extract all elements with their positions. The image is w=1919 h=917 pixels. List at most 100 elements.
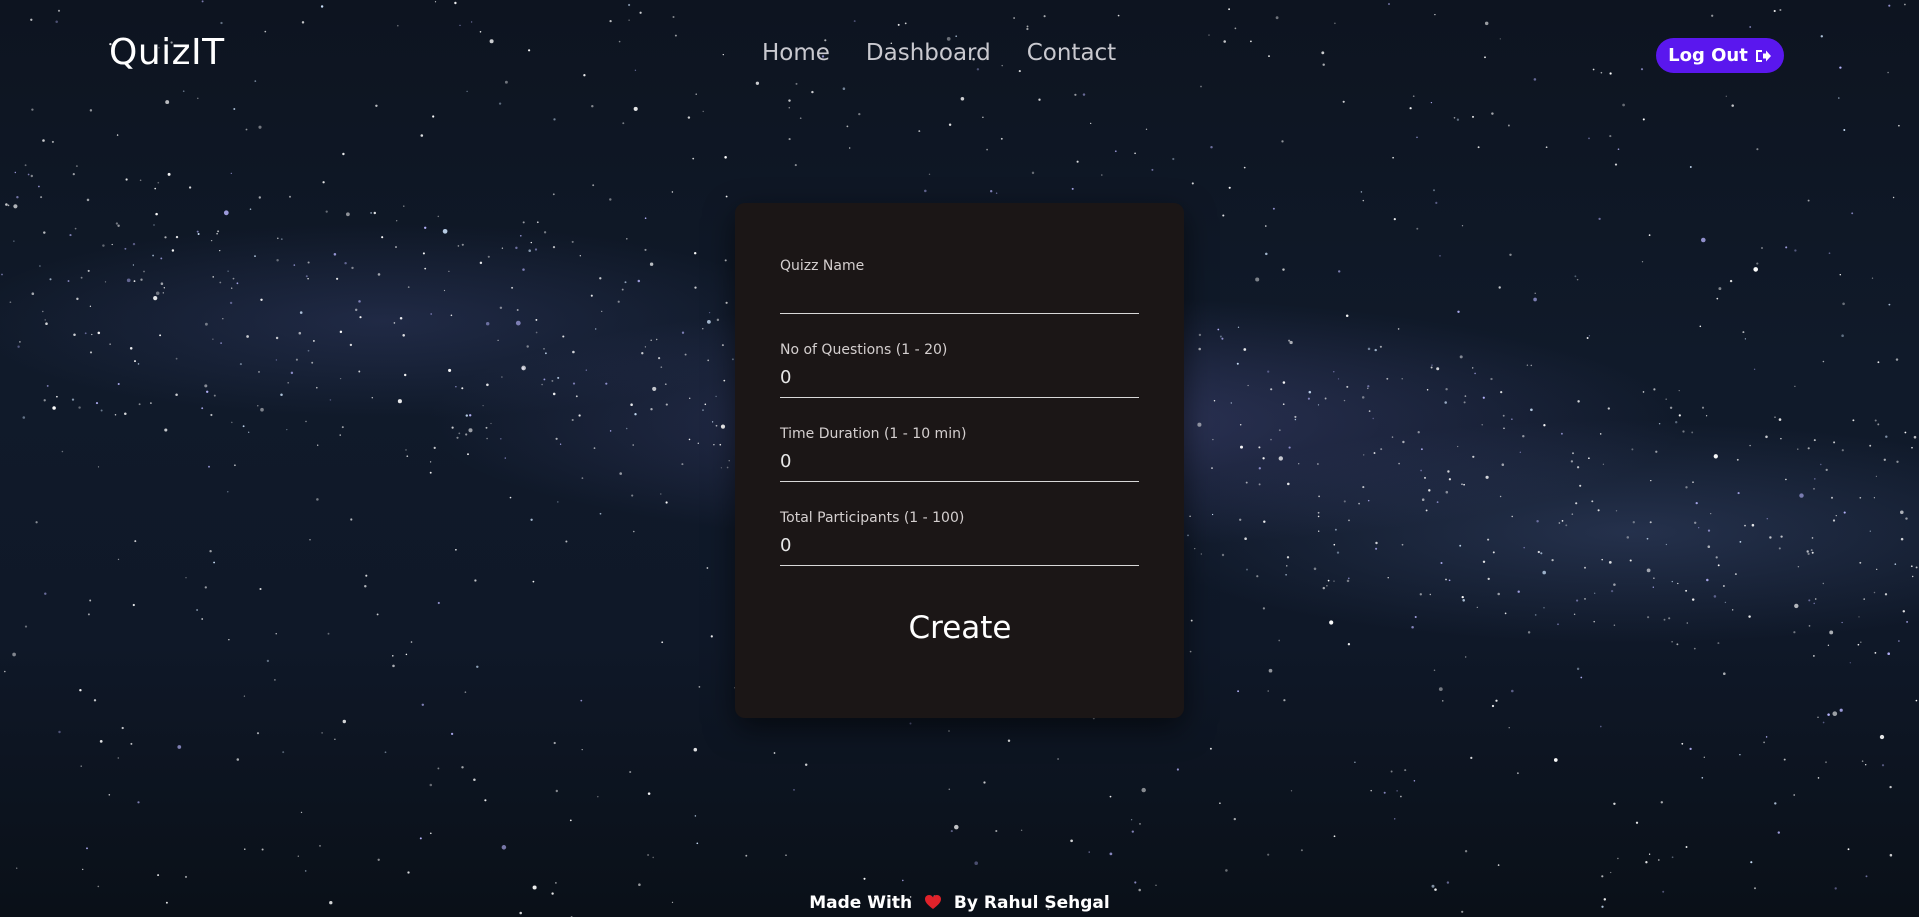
star xyxy=(688,438,691,441)
star xyxy=(1642,391,1645,393)
star xyxy=(1380,448,1383,451)
star xyxy=(465,414,468,417)
star xyxy=(1367,347,1371,351)
star xyxy=(43,231,46,234)
star xyxy=(1698,527,1700,529)
star xyxy=(1138,888,1141,892)
star xyxy=(541,383,543,386)
participants-field: Total Participants (1 - 100) xyxy=(780,510,1139,566)
star xyxy=(1445,578,1447,581)
star xyxy=(1650,480,1652,482)
star xyxy=(1701,777,1704,779)
nav-contact[interactable]: Contact xyxy=(1027,40,1116,66)
star xyxy=(1576,278,1579,281)
star xyxy=(721,344,724,347)
site-logo[interactable]: QuizIT xyxy=(109,32,225,73)
star xyxy=(1617,857,1619,860)
star xyxy=(633,530,635,533)
star xyxy=(1820,463,1822,466)
star xyxy=(632,444,634,446)
star xyxy=(430,313,433,315)
star xyxy=(1134,152,1136,155)
star xyxy=(1228,186,1231,189)
star xyxy=(715,395,717,398)
star xyxy=(638,883,641,886)
star xyxy=(260,298,263,302)
star xyxy=(116,134,119,136)
star xyxy=(212,338,214,340)
nav-dashboard[interactable]: Dashboard xyxy=(866,40,991,66)
star xyxy=(1491,704,1495,708)
star xyxy=(1710,512,1712,515)
star xyxy=(1213,400,1216,402)
star xyxy=(543,348,545,350)
star xyxy=(87,269,90,272)
star xyxy=(1436,367,1440,371)
star xyxy=(1471,115,1475,118)
star xyxy=(1765,435,1768,439)
star xyxy=(1474,372,1476,375)
star xyxy=(164,428,168,432)
quiz-name-input[interactable] xyxy=(780,280,1139,314)
star xyxy=(1580,676,1583,679)
star xyxy=(681,463,684,466)
star xyxy=(316,498,319,501)
star xyxy=(609,430,612,432)
star xyxy=(647,853,650,857)
star xyxy=(1317,511,1320,514)
star xyxy=(1347,643,1351,646)
star xyxy=(1669,406,1673,409)
star xyxy=(585,369,587,371)
star xyxy=(1031,171,1035,175)
star xyxy=(569,819,572,822)
nav-home[interactable]: Home xyxy=(762,40,830,66)
star xyxy=(1476,606,1478,609)
star xyxy=(117,757,120,759)
star xyxy=(519,234,522,237)
star xyxy=(293,264,296,266)
star xyxy=(1336,551,1340,554)
star xyxy=(1429,593,1432,596)
star xyxy=(578,414,581,417)
questions-input[interactable] xyxy=(780,364,1139,398)
star xyxy=(556,501,559,503)
star xyxy=(42,310,44,313)
star xyxy=(1416,136,1418,139)
star xyxy=(555,882,557,884)
star xyxy=(1641,261,1644,263)
star xyxy=(1318,495,1320,498)
star xyxy=(1485,475,1489,479)
star xyxy=(986,148,988,151)
star xyxy=(665,403,668,406)
star xyxy=(1191,182,1194,185)
star xyxy=(258,371,260,373)
create-button[interactable]: Create xyxy=(860,603,1060,653)
participants-input[interactable] xyxy=(780,532,1139,566)
star xyxy=(371,396,374,399)
star xyxy=(1778,547,1781,550)
star xyxy=(30,174,34,178)
star xyxy=(1822,721,1825,724)
star xyxy=(1373,452,1376,454)
star xyxy=(422,252,425,255)
star xyxy=(420,134,424,137)
star xyxy=(392,655,394,657)
star xyxy=(104,281,107,283)
star xyxy=(336,277,339,280)
star xyxy=(479,261,483,265)
star xyxy=(1691,431,1694,434)
star xyxy=(130,742,133,745)
star xyxy=(1210,145,1213,149)
star xyxy=(658,357,661,360)
star xyxy=(1298,463,1300,465)
star xyxy=(1693,647,1696,650)
duration-input[interactable] xyxy=(780,448,1139,482)
star xyxy=(160,257,163,260)
logout-button[interactable]: Log Out xyxy=(1656,38,1784,73)
star xyxy=(1810,549,1813,552)
star xyxy=(1889,853,1893,857)
star xyxy=(1430,366,1433,369)
star xyxy=(1879,734,1885,740)
star xyxy=(1553,758,1558,762)
star xyxy=(1431,364,1433,366)
